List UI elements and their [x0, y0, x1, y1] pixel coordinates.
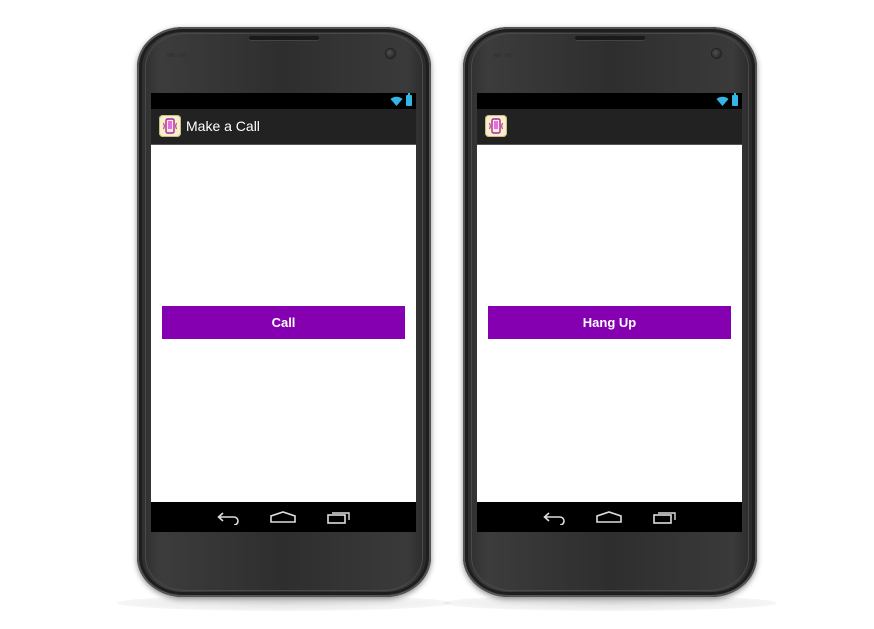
- phone-screen: Make a Call Call: [151, 93, 416, 532]
- app-title: Make a Call: [186, 118, 260, 134]
- phone-app-icon[interactable]: [485, 115, 507, 137]
- front-camera: [712, 49, 721, 58]
- proximity-sensor: [493, 53, 501, 57]
- wifi-icon: [716, 96, 729, 106]
- wifi-icon: [390, 96, 403, 106]
- activity-content: Call: [151, 145, 416, 502]
- light-sensor: [179, 53, 187, 57]
- action-bar: Make a Call: [151, 109, 416, 145]
- phone-device-right: Hang Up: [443, 27, 777, 611]
- navigation-bar: [151, 502, 416, 532]
- home-icon[interactable]: [270, 511, 296, 523]
- back-icon[interactable]: [217, 511, 241, 525]
- recent-apps-icon[interactable]: [327, 511, 351, 524]
- battery-icon: [732, 93, 738, 106]
- proximity-sensor: [167, 53, 175, 57]
- action-bar: [477, 109, 742, 145]
- device-shadow: [117, 595, 451, 611]
- call-button[interactable]: Call: [162, 306, 405, 339]
- light-sensor: [505, 53, 513, 57]
- status-bar: [151, 93, 416, 109]
- back-icon[interactable]: [543, 511, 567, 525]
- device-shadow: [443, 595, 777, 611]
- front-camera: [386, 49, 395, 58]
- phone-screen: Hang Up: [477, 93, 742, 532]
- recent-apps-icon[interactable]: [653, 511, 677, 524]
- activity-content: Hang Up: [477, 145, 742, 502]
- navigation-bar: [477, 502, 742, 532]
- hang-up-button[interactable]: Hang Up: [488, 306, 731, 339]
- phone-device-left: Make a Call Call: [117, 27, 451, 611]
- home-icon[interactable]: [596, 511, 622, 523]
- earpiece-speaker: [249, 36, 319, 40]
- battery-icon: [406, 93, 412, 106]
- earpiece-speaker: [575, 36, 645, 40]
- status-bar: [477, 93, 742, 109]
- phone-app-icon[interactable]: [159, 115, 181, 137]
